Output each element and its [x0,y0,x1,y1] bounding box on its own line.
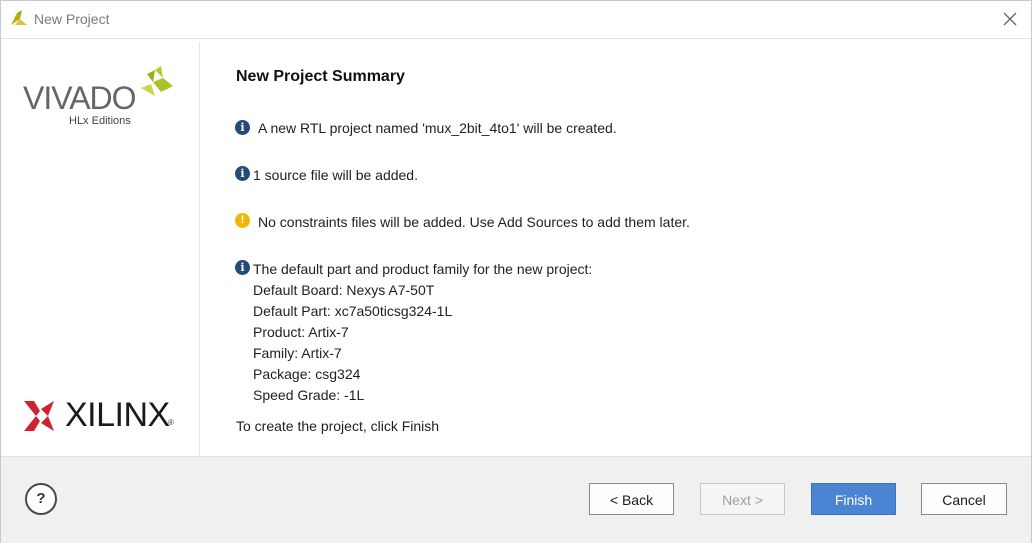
detail-package: Package: csg324 [253,366,361,382]
back-button[interactable]: < Back [589,483,674,515]
message-project-name: A new RTL project named 'mux_2bit_4to1' … [258,120,617,136]
vivado-mark-icon [141,66,173,96]
new-project-dialog: New Project VIVADO HLx Editions XILINX ®… [0,0,1032,543]
button-bar: ? < Back Next > Finish Cancel [1,456,1031,543]
cancel-button[interactable]: Cancel [921,483,1007,515]
detail-default-board: Default Board: Nexys A7-50T [253,282,435,298]
xilinx-logo: XILINX ® [24,396,184,436]
info-icon: i [235,166,250,181]
vivado-logo: VIVADO HLx Editions [23,66,183,136]
detail-product: Product: Artix-7 [253,324,349,340]
warning-icon: ! [235,213,250,228]
info-icon: i [235,260,250,275]
detail-family: Family: Artix-7 [253,345,342,361]
footer-note: To create the project, click Finish [236,418,440,434]
message-constraints: No constraints files will be added. Use … [258,214,690,230]
close-icon[interactable] [999,8,1021,30]
info-icon: i [235,120,250,135]
vivado-wordmark: VIVADO [23,80,137,116]
window-title: New Project [34,11,110,27]
message-source-files: 1 source file will be added. [253,167,418,183]
vivado-edition: HLx Editions [69,115,131,127]
detail-speed-grade: Speed Grade: -1L [253,387,365,403]
branding-panel: VIVADO HLx Editions XILINX ® [1,42,200,456]
title-bar: New Project [1,1,1031,39]
page-title: New Project Summary [236,68,405,85]
xilinx-wordmark: XILINX [65,396,170,434]
message-default-part: The default part and product family for … [253,261,593,277]
finish-button[interactable]: Finish [811,483,896,515]
detail-default-part: Default Part: xc7a50ticsg324-1L [253,303,453,319]
registered-mark: ® [168,418,174,427]
help-button[interactable]: ? [25,483,57,515]
xilinx-mark-icon [24,401,54,431]
summary-content: New Project Summary i A new RTL project … [200,42,1031,456]
vivado-app-icon [11,10,27,25]
next-button[interactable]: Next > [700,483,785,515]
